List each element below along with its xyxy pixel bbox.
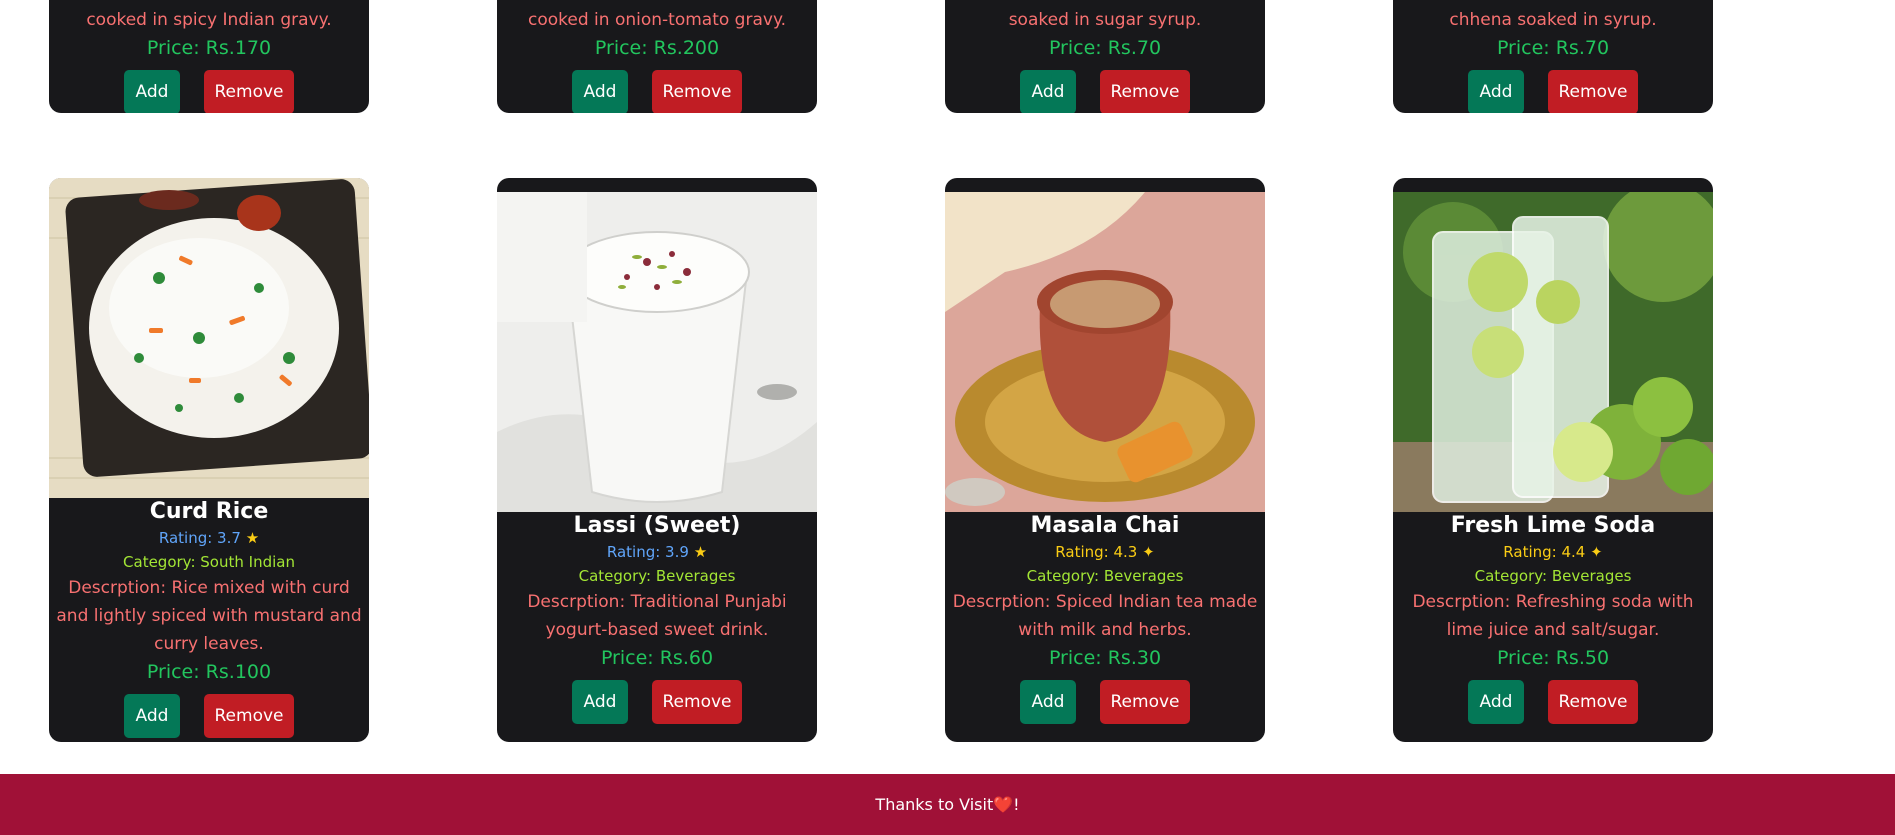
card-rating: Rating: 3.9 ★	[497, 540, 817, 564]
card-description: Descrption: Traditional Punjabi yogurt-b…	[527, 592, 787, 640]
card-description: soaked in sugar syrup.	[1008, 10, 1202, 30]
rating-text: Rating: 3.9	[606, 543, 689, 561]
card-category: Category: Beverages	[1474, 567, 1632, 585]
card-actions: Add Remove	[497, 680, 817, 724]
star-icon: ★	[245, 529, 260, 547]
card-category: Category: South Indian	[123, 553, 295, 571]
card-rating: Rating: 3.7 ★	[49, 526, 369, 550]
menu-card: chhena soaked in syrup. Price: Rs.70 Add…	[1393, 0, 1713, 113]
menu-card-lassi: Lassi (Sweet) Rating: 3.9 ★ Category: Be…	[497, 178, 817, 742]
card-price: Price: Rs.100	[146, 661, 272, 683]
card-description: cooked in onion-tomato gravy.	[528, 10, 786, 30]
remove-button[interactable]: Remove	[652, 680, 742, 724]
add-button[interactable]: Add	[1468, 70, 1524, 113]
add-button[interactable]: Add	[1020, 680, 1076, 724]
card-description: Descrption: Spiced Indian tea made with …	[952, 592, 1258, 640]
remove-button[interactable]: Remove	[1548, 70, 1638, 113]
site-footer: Thanks to Visit ❤️ !	[0, 774, 1895, 835]
card-actions: Add Remove	[945, 70, 1265, 113]
card-category: Category: Beverages	[578, 567, 736, 585]
add-button[interactable]: Add	[572, 70, 628, 113]
remove-button[interactable]: Remove	[204, 70, 294, 113]
card-actions: Add Remove	[945, 680, 1265, 724]
add-button[interactable]: Add	[124, 70, 180, 113]
card-price: Price: Rs.170	[146, 37, 272, 59]
remove-button[interactable]: Remove	[652, 70, 742, 113]
glowing-star-icon: ✦	[1590, 543, 1603, 561]
menu-card-curd-rice: Curd Rice Rating: 3.7 ★ Category: South …	[49, 178, 369, 742]
footer-text: Thanks to Visit	[875, 795, 994, 814]
card-actions: Add Remove	[1393, 70, 1713, 113]
card-actions: Add Remove	[497, 70, 817, 113]
add-button[interactable]: Add	[124, 694, 180, 738]
heart-icon: ❤️	[993, 795, 1014, 814]
add-button[interactable]: Add	[1020, 70, 1076, 113]
card-description: cooked in spicy Indian gravy.	[86, 10, 332, 30]
remove-button[interactable]: Remove	[1100, 70, 1190, 113]
rating-text: Rating: 3.7	[158, 529, 241, 547]
menu-card-fresh-lime-soda: Fresh Lime Soda Rating: 4.4 ✦ Category: …	[1393, 178, 1713, 742]
menu-card: cooked in onion-tomato gravy. Price: Rs.…	[497, 0, 817, 113]
card-actions: Add Remove	[49, 70, 369, 113]
remove-button[interactable]: Remove	[204, 694, 294, 738]
lassi-image	[497, 192, 817, 512]
card-description: chhena soaked in syrup.	[1449, 10, 1657, 30]
card-title: Curd Rice	[149, 499, 269, 524]
add-button[interactable]: Add	[572, 680, 628, 724]
card-price: Price: Rs.70	[1048, 37, 1162, 59]
fresh-lime-soda-image	[1393, 182, 1713, 512]
card-title: Fresh Lime Soda	[1450, 513, 1656, 538]
footer-suffix: !	[1013, 795, 1020, 814]
remove-button[interactable]: Remove	[1548, 680, 1638, 724]
card-title: Lassi (Sweet)	[573, 513, 741, 538]
card-price: Price: Rs.30	[1048, 647, 1162, 669]
card-title: Masala Chai	[1030, 513, 1180, 538]
card-category: Category: Beverages	[1026, 567, 1184, 585]
card-rating: Rating: 4.3 ✦	[945, 540, 1265, 564]
card-price: Price: Rs.60	[600, 647, 714, 669]
card-rating: Rating: 4.4 ✦	[1393, 540, 1713, 564]
menu-card: cooked in spicy Indian gravy. Price: Rs.…	[49, 0, 369, 113]
menu-card: soaked in sugar syrup. Price: Rs.70 Add …	[945, 0, 1265, 113]
remove-button[interactable]: Remove	[1100, 680, 1190, 724]
add-button[interactable]: Add	[1468, 680, 1524, 724]
rating-text: Rating: 4.3	[1055, 543, 1138, 561]
card-price: Price: Rs.200	[594, 37, 720, 59]
card-actions: Add Remove	[1393, 680, 1713, 724]
card-actions: Add Remove	[49, 694, 369, 738]
card-price: Price: Rs.70	[1496, 37, 1610, 59]
star-icon: ★	[693, 543, 708, 561]
curd-rice-image	[49, 178, 369, 498]
card-description: Descrption: Refreshing soda with lime ju…	[1412, 592, 1694, 640]
card-description: Descrption: Rice mixed with curd and lig…	[56, 578, 362, 654]
glowing-star-icon: ✦	[1142, 543, 1155, 561]
masala-chai-image	[945, 192, 1265, 512]
menu-card-masala-chai: Masala Chai Rating: 4.3 ✦ Category: Beve…	[945, 178, 1265, 742]
rating-text: Rating: 4.4	[1503, 543, 1586, 561]
card-price: Price: Rs.50	[1496, 647, 1610, 669]
